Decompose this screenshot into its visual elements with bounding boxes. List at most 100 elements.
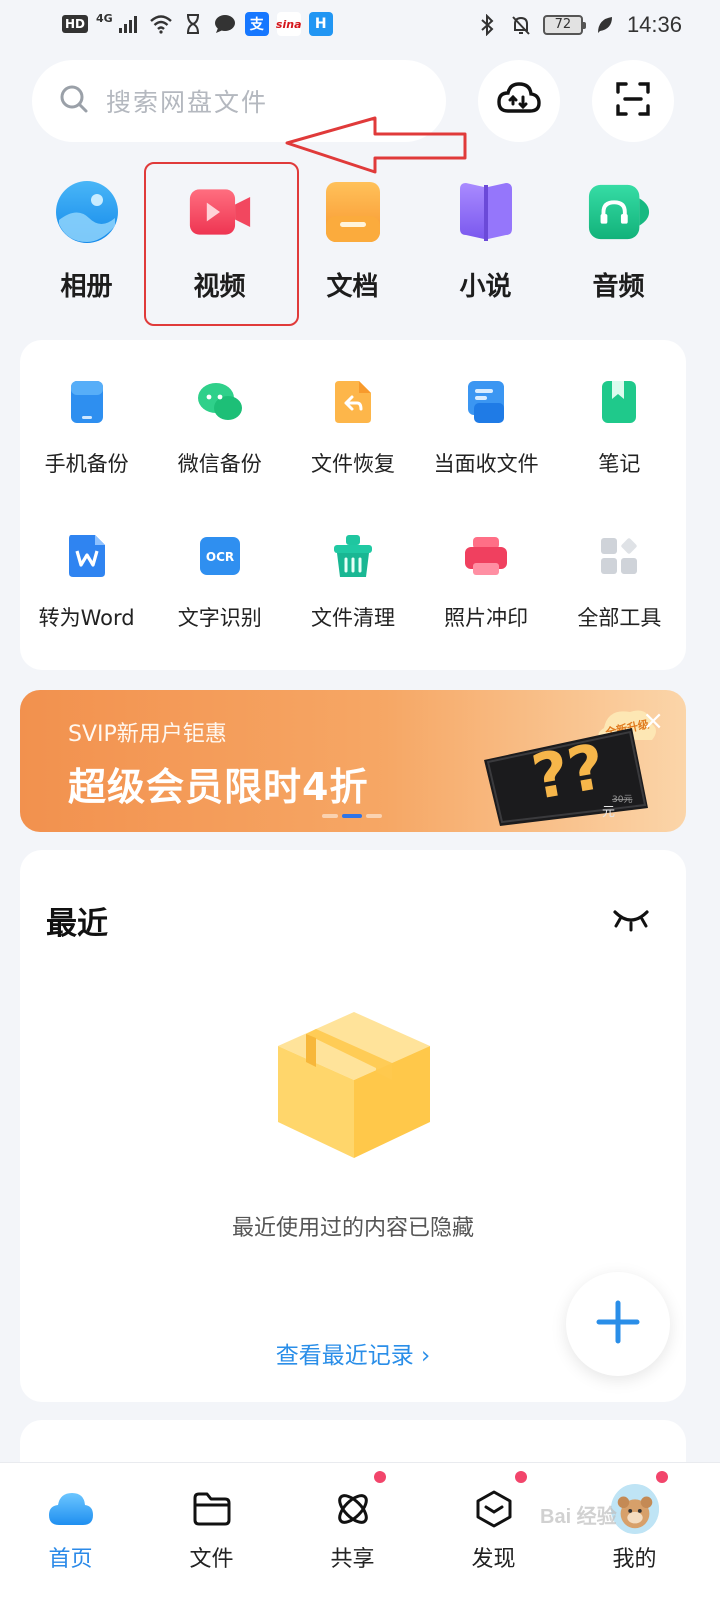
nav-share[interactable]: 共享: [282, 1463, 423, 1600]
mute-bell-icon: [509, 13, 533, 37]
avatar-wrapper: [610, 1484, 659, 1534]
promo-price-label: 元: [602, 805, 615, 820]
receive-file-icon: [462, 378, 510, 426]
all-tools-icon: [595, 532, 643, 580]
home-cloud-icon: [47, 1485, 95, 1533]
tool-label: 文字识别: [177, 606, 262, 630]
tool-label: 手机备份: [44, 452, 129, 476]
nav-label: 共享: [330, 1547, 375, 1572]
search-icon: [58, 83, 90, 119]
scan-button[interactable]: [592, 60, 674, 142]
recent-title: 最近: [46, 906, 108, 942]
bottom-nav: 首页 文件 共享 发现 我的: [0, 1462, 720, 1600]
upload-cloud-button[interactable]: [478, 60, 560, 142]
nav-label: 首页: [48, 1547, 93, 1572]
leaf-icon: [593, 13, 617, 37]
search-placeholder: 搜索网盘文件: [106, 88, 269, 117]
wifi-icon: [149, 12, 173, 36]
tool-label: 文件恢复: [310, 452, 395, 476]
folder-icon: [188, 1485, 236, 1533]
photo-print-icon: [462, 532, 510, 580]
convert-word-icon: [63, 532, 111, 580]
audio-icon: [587, 180, 651, 244]
chat-bubble-icon: [213, 12, 237, 36]
svg-text:OCR: OCR: [206, 550, 234, 564]
tool-receive-file[interactable]: 当面收文件: [420, 378, 553, 478]
promo-page-indicator: [322, 814, 382, 818]
eye-closed-icon[interactable]: [612, 906, 650, 936]
tool-label: 笔记: [598, 452, 641, 476]
category-audio[interactable]: 音频: [552, 180, 685, 310]
nav-label: 文件: [189, 1547, 234, 1572]
tool-phone-backup[interactable]: 手机备份: [20, 378, 153, 478]
discover-badge-dot: [515, 1471, 527, 1483]
nav-label: 我的: [612, 1547, 657, 1572]
tool-file-restore[interactable]: 文件恢复: [286, 378, 419, 478]
category-photos[interactable]: 相册: [20, 180, 153, 310]
tool-ocr[interactable]: OCR 文字识别: [153, 532, 286, 632]
bluetooth-icon: [475, 13, 499, 37]
promo-close-button[interactable]: ×: [642, 708, 664, 734]
tool-label: 文件清理: [310, 606, 395, 630]
phone-backup-icon: [63, 378, 111, 426]
tool-all-tools[interactable]: 全部工具: [553, 532, 686, 632]
document-icon: [321, 180, 385, 244]
plus-icon: [596, 1300, 640, 1348]
annotation-arrow: [285, 116, 467, 174]
ocr-icon: OCR: [196, 532, 244, 580]
status-bar: HD 4G 支 sina H 72 14:36: [0, 0, 720, 52]
svg-text:??: ??: [527, 730, 611, 814]
wechat-backup-icon: [196, 378, 244, 426]
nav-label: 发现: [471, 1547, 516, 1572]
tool-file-clean[interactable]: 文件清理: [286, 532, 419, 632]
add-floating-button[interactable]: [566, 1272, 670, 1376]
tools-card: 手机备份 微信备份 文件恢复 当面收文件 笔记 转为Word OCR 文字识别 …: [20, 340, 686, 670]
discover-box-icon: [470, 1485, 518, 1533]
tool-photo-print[interactable]: 照片冲印: [420, 532, 553, 632]
category-label: 相册: [60, 272, 113, 302]
category-row: 相册 视频 文档 小说 音频: [20, 180, 700, 310]
cloud-upload-icon: [497, 81, 541, 121]
sina-icon: sina: [276, 12, 302, 36]
avatar-icon: [610, 1484, 659, 1534]
category-documents[interactable]: 文档: [286, 180, 419, 310]
tool-convert-word[interactable]: 转为Word: [20, 532, 153, 632]
share-atom-icon: [329, 1485, 377, 1533]
scan-icon: [615, 81, 651, 121]
category-label: 小说: [459, 272, 512, 302]
nav-mine[interactable]: 我的: [564, 1463, 705, 1600]
battery-indicator: 72: [542, 15, 586, 35]
promo-title: 超级会员限时4折: [68, 765, 369, 809]
app-h-icon: H: [308, 12, 333, 36]
promo-card-illustration: 全新升级 ?? 30元 元: [484, 710, 656, 826]
file-restore-icon: [329, 378, 377, 426]
tool-label: 微信备份: [177, 452, 262, 476]
tool-notes[interactable]: 笔记: [553, 378, 686, 478]
nav-files[interactable]: 文件: [141, 1463, 282, 1600]
empty-box-illustration: [278, 1012, 430, 1158]
tool-label: 全部工具: [577, 606, 662, 630]
network-type: 4G: [96, 11, 113, 25]
annotation-highlight-box: [144, 162, 299, 326]
promo-old-price: 30元: [612, 795, 632, 805]
file-clean-icon: [329, 532, 377, 580]
category-novels[interactable]: 小说: [419, 180, 552, 310]
nav-home[interactable]: 首页: [0, 1463, 141, 1600]
clock-time: 14:36: [626, 12, 682, 37]
hd-badge: HD: [62, 15, 89, 33]
svip-promo-banner[interactable]: SVIP新用户钜惠 超级会员限时4折 全新升级 ?? 30元 元 ×: [20, 690, 686, 832]
category-label: 文档: [326, 272, 379, 302]
tool-label: 照片冲印: [444, 606, 529, 630]
novel-icon: [454, 180, 518, 244]
mine-badge-dot: [656, 1471, 668, 1483]
hourglass-icon: [181, 12, 205, 36]
baidu-watermark: Bai 经验: [540, 1506, 617, 1528]
notes-icon: [595, 378, 643, 426]
tool-wechat-backup[interactable]: 微信备份: [153, 378, 286, 478]
share-badge-dot: [374, 1471, 386, 1483]
category-label: 音频: [592, 272, 645, 302]
nav-discover[interactable]: 发现: [423, 1463, 564, 1600]
alipay-icon: 支: [244, 12, 269, 36]
tool-label: 转为Word: [38, 606, 135, 630]
recent-empty-text: 最近使用过的内容已隐藏: [231, 1216, 474, 1241]
